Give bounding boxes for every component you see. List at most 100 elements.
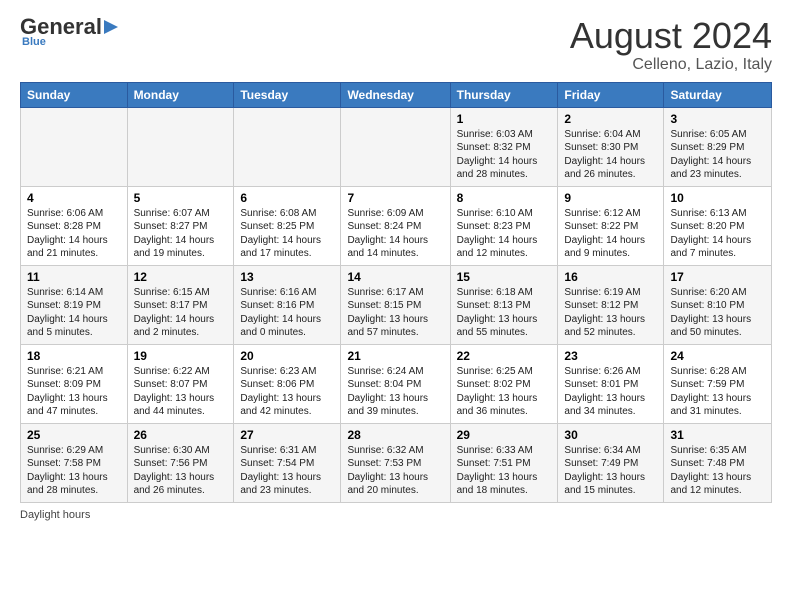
calendar-week-row: 1Sunrise: 6:03 AMSunset: 8:32 PMDaylight… <box>21 107 772 186</box>
day-info: Sunrise: 6:33 AMSunset: 7:51 PMDaylight:… <box>457 445 538 497</box>
day-info: Sunrise: 6:09 AMSunset: 8:24 PMDaylight:… <box>347 208 428 260</box>
calendar-cell: 25Sunrise: 6:29 AMSunset: 7:58 PMDayligh… <box>21 423 128 502</box>
day-number: 27 <box>240 428 334 442</box>
page-title: August 2024 <box>570 16 772 56</box>
day-number: 19 <box>134 349 228 363</box>
logo-arrow-icon <box>102 18 120 36</box>
calendar-cell: 2Sunrise: 6:04 AMSunset: 8:30 PMDaylight… <box>558 107 664 186</box>
day-info: Sunrise: 6:14 AMSunset: 8:19 PMDaylight:… <box>27 287 108 339</box>
calendar-header-tuesday: Tuesday <box>234 82 341 107</box>
calendar-week-row: 4 Sunrise: 6:06 AMSunset: 8:28 PMDaylight… <box>21 186 772 265</box>
day-info: Sunrise: 6:17 AMSunset: 8:15 PMDaylight:… <box>347 287 428 339</box>
day-info: Sunrise: 6:05 AMSunset: 8:29 PMDaylight:… <box>670 129 751 181</box>
day-info: Sunrise: 6:22 AMSunset: 8:07 PMDaylight:… <box>134 366 215 418</box>
day-number: 16 <box>564 270 657 284</box>
calendar-cell: 19 Sunrise: 6:22 AMSunset: 8:07 PMDayligh… <box>127 344 234 423</box>
day-number: 18 <box>27 349 121 363</box>
calendar-cell: 23 Sunrise: 6:26 AMSunset: 8:01 PMDayligh… <box>558 344 664 423</box>
calendar-cell: 28Sunrise: 6:32 AMSunset: 7:53 PMDayligh… <box>341 423 450 502</box>
title-block: August 2024 Celleno, Lazio, Italy <box>570 16 772 74</box>
day-info: Sunrise: 6:18 AMSunset: 8:13 PMDaylight:… <box>457 287 538 339</box>
logo: General Blue <box>20 16 120 48</box>
day-info: Sunrise: 6:28 AMSunset: 7:59 PMDaylight:… <box>670 366 751 418</box>
day-info: Sunrise: 6:23 AMSunset: 8:06 PMDaylight:… <box>240 366 321 418</box>
calendar-cell: 18Sunrise: 6:21 AMSunset: 8:09 PMDayligh… <box>21 344 128 423</box>
calendar-cell: 11 Sunrise: 6:14 AMSunset: 8:19 PMDayligh… <box>21 265 128 344</box>
calendar-cell: 6 Sunrise: 6:08 AMSunset: 8:25 PMDaylight… <box>234 186 341 265</box>
day-info: Sunrise: 6:20 AMSunset: 8:10 PMDaylight:… <box>670 287 751 339</box>
calendar-header-saturday: Saturday <box>664 82 772 107</box>
calendar-cell: 31 Sunrise: 6:35 AMSunset: 7:48 PMDayligh… <box>664 423 772 502</box>
calendar-cell: 12Sunrise: 6:15 AMSunset: 8:17 PMDayligh… <box>127 265 234 344</box>
day-info: Sunrise: 6:07 AMSunset: 8:27 PMDaylight:… <box>134 208 215 260</box>
calendar-cell: 29 Sunrise: 6:33 AMSunset: 7:51 PMDayligh… <box>450 423 558 502</box>
day-number: 5 <box>134 191 228 205</box>
calendar-cell: 30 Sunrise: 6:34 AMSunset: 7:49 PMDayligh… <box>558 423 664 502</box>
day-number: 24 <box>670 349 765 363</box>
calendar-header-sunday: Sunday <box>21 82 128 107</box>
logo-general-text: General <box>20 16 102 38</box>
day-info: Sunrise: 6:26 AMSunset: 8:01 PMDaylight:… <box>564 366 645 418</box>
day-info: Sunrise: 6:10 AMSunset: 8:23 PMDaylight:… <box>457 208 538 260</box>
calendar-cell: 24 Sunrise: 6:28 AMSunset: 7:59 PMDayligh… <box>664 344 772 423</box>
calendar-cell <box>21 107 128 186</box>
day-number: 11 <box>27 270 121 284</box>
calendar-cell: 10Sunrise: 6:13 AMSunset: 8:20 PMDayligh… <box>664 186 772 265</box>
day-number: 22 <box>457 349 552 363</box>
day-number: 14 <box>347 270 443 284</box>
calendar-cell <box>127 107 234 186</box>
calendar-header-row: SundayMondayTuesdayWednesdayThursdayFrid… <box>21 82 772 107</box>
calendar-table: SundayMondayTuesdayWednesdayThursdayFrid… <box>20 82 772 503</box>
calendar-cell: 17 Sunrise: 6:20 AMSunset: 8:10 PMDayligh… <box>664 265 772 344</box>
calendar-cell: 26 Sunrise: 6:30 AMSunset: 7:56 PMDayligh… <box>127 423 234 502</box>
calendar-cell: 27Sunrise: 6:31 AMSunset: 7:54 PMDayligh… <box>234 423 341 502</box>
day-info: Sunrise: 6:13 AMSunset: 8:20 PMDaylight:… <box>670 208 751 260</box>
day-number: 23 <box>564 349 657 363</box>
calendar-header-monday: Monday <box>127 82 234 107</box>
day-info: Sunrise: 6:25 AMSunset: 8:02 PMDaylight:… <box>457 366 538 418</box>
calendar-cell: 7Sunrise: 6:09 AMSunset: 8:24 PMDaylight… <box>341 186 450 265</box>
day-number: 9 <box>564 191 657 205</box>
calendar-cell: 13Sunrise: 6:16 AMSunset: 8:16 PMDayligh… <box>234 265 341 344</box>
calendar-header-friday: Friday <box>558 82 664 107</box>
day-number: 17 <box>670 270 765 284</box>
day-info: Sunrise: 6:03 AMSunset: 8:32 PMDaylight:… <box>457 129 538 181</box>
calendar-week-row: 25Sunrise: 6:29 AMSunset: 7:58 PMDayligh… <box>21 423 772 502</box>
day-number: 3 <box>670 112 765 126</box>
day-info: Sunrise: 6:19 AMSunset: 8:12 PMDaylight:… <box>564 287 645 339</box>
day-info: Sunrise: 6:12 AMSunset: 8:22 PMDaylight:… <box>564 208 645 260</box>
day-number: 2 <box>564 112 657 126</box>
day-number: 29 <box>457 428 552 442</box>
day-info: Sunrise: 6:35 AMSunset: 7:48 PMDaylight:… <box>670 445 751 497</box>
day-info: Sunrise: 6:08 AMSunset: 8:25 PMDaylight:… <box>240 208 321 260</box>
day-number: 31 <box>670 428 765 442</box>
calendar-cell: 3 Sunrise: 6:05 AMSunset: 8:29 PMDaylight… <box>664 107 772 186</box>
calendar-cell <box>341 107 450 186</box>
calendar-cell: 1Sunrise: 6:03 AMSunset: 8:32 PMDaylight… <box>450 107 558 186</box>
day-number: 25 <box>27 428 121 442</box>
calendar-cell: 4 Sunrise: 6:06 AMSunset: 8:28 PMDaylight… <box>21 186 128 265</box>
calendar-cell: 8 Sunrise: 6:10 AMSunset: 8:23 PMDaylight… <box>450 186 558 265</box>
day-info: Sunrise: 6:34 AMSunset: 7:49 PMDaylight:… <box>564 445 645 497</box>
day-number: 28 <box>347 428 443 442</box>
day-number: 20 <box>240 349 334 363</box>
day-number: 21 <box>347 349 443 363</box>
page-subtitle: Celleno, Lazio, Italy <box>570 56 772 74</box>
day-info: Sunrise: 6:15 AMSunset: 8:17 PMDaylight:… <box>134 287 215 339</box>
day-number: 26 <box>134 428 228 442</box>
day-number: 13 <box>240 270 334 284</box>
calendar-week-row: 18Sunrise: 6:21 AMSunset: 8:09 PMDayligh… <box>21 344 772 423</box>
day-info: Sunrise: 6:06 AMSunset: 8:28 PMDaylight:… <box>27 208 108 260</box>
calendar-cell: 5 Sunrise: 6:07 AMSunset: 8:27 PMDaylight… <box>127 186 234 265</box>
calendar-cell: 22 Sunrise: 6:25 AMSunset: 8:02 PMDayligh… <box>450 344 558 423</box>
day-number: 30 <box>564 428 657 442</box>
day-number: 15 <box>457 270 552 284</box>
footer-note: Daylight hours <box>20 509 772 521</box>
logo-blue-text: Blue <box>22 36 46 48</box>
day-info: Sunrise: 6:30 AMSunset: 7:56 PMDaylight:… <box>134 445 215 497</box>
day-number: 6 <box>240 191 334 205</box>
day-number: 4 <box>27 191 121 205</box>
calendar-cell <box>234 107 341 186</box>
day-info: Sunrise: 6:24 AMSunset: 8:04 PMDaylight:… <box>347 366 428 418</box>
day-number: 8 <box>457 191 552 205</box>
